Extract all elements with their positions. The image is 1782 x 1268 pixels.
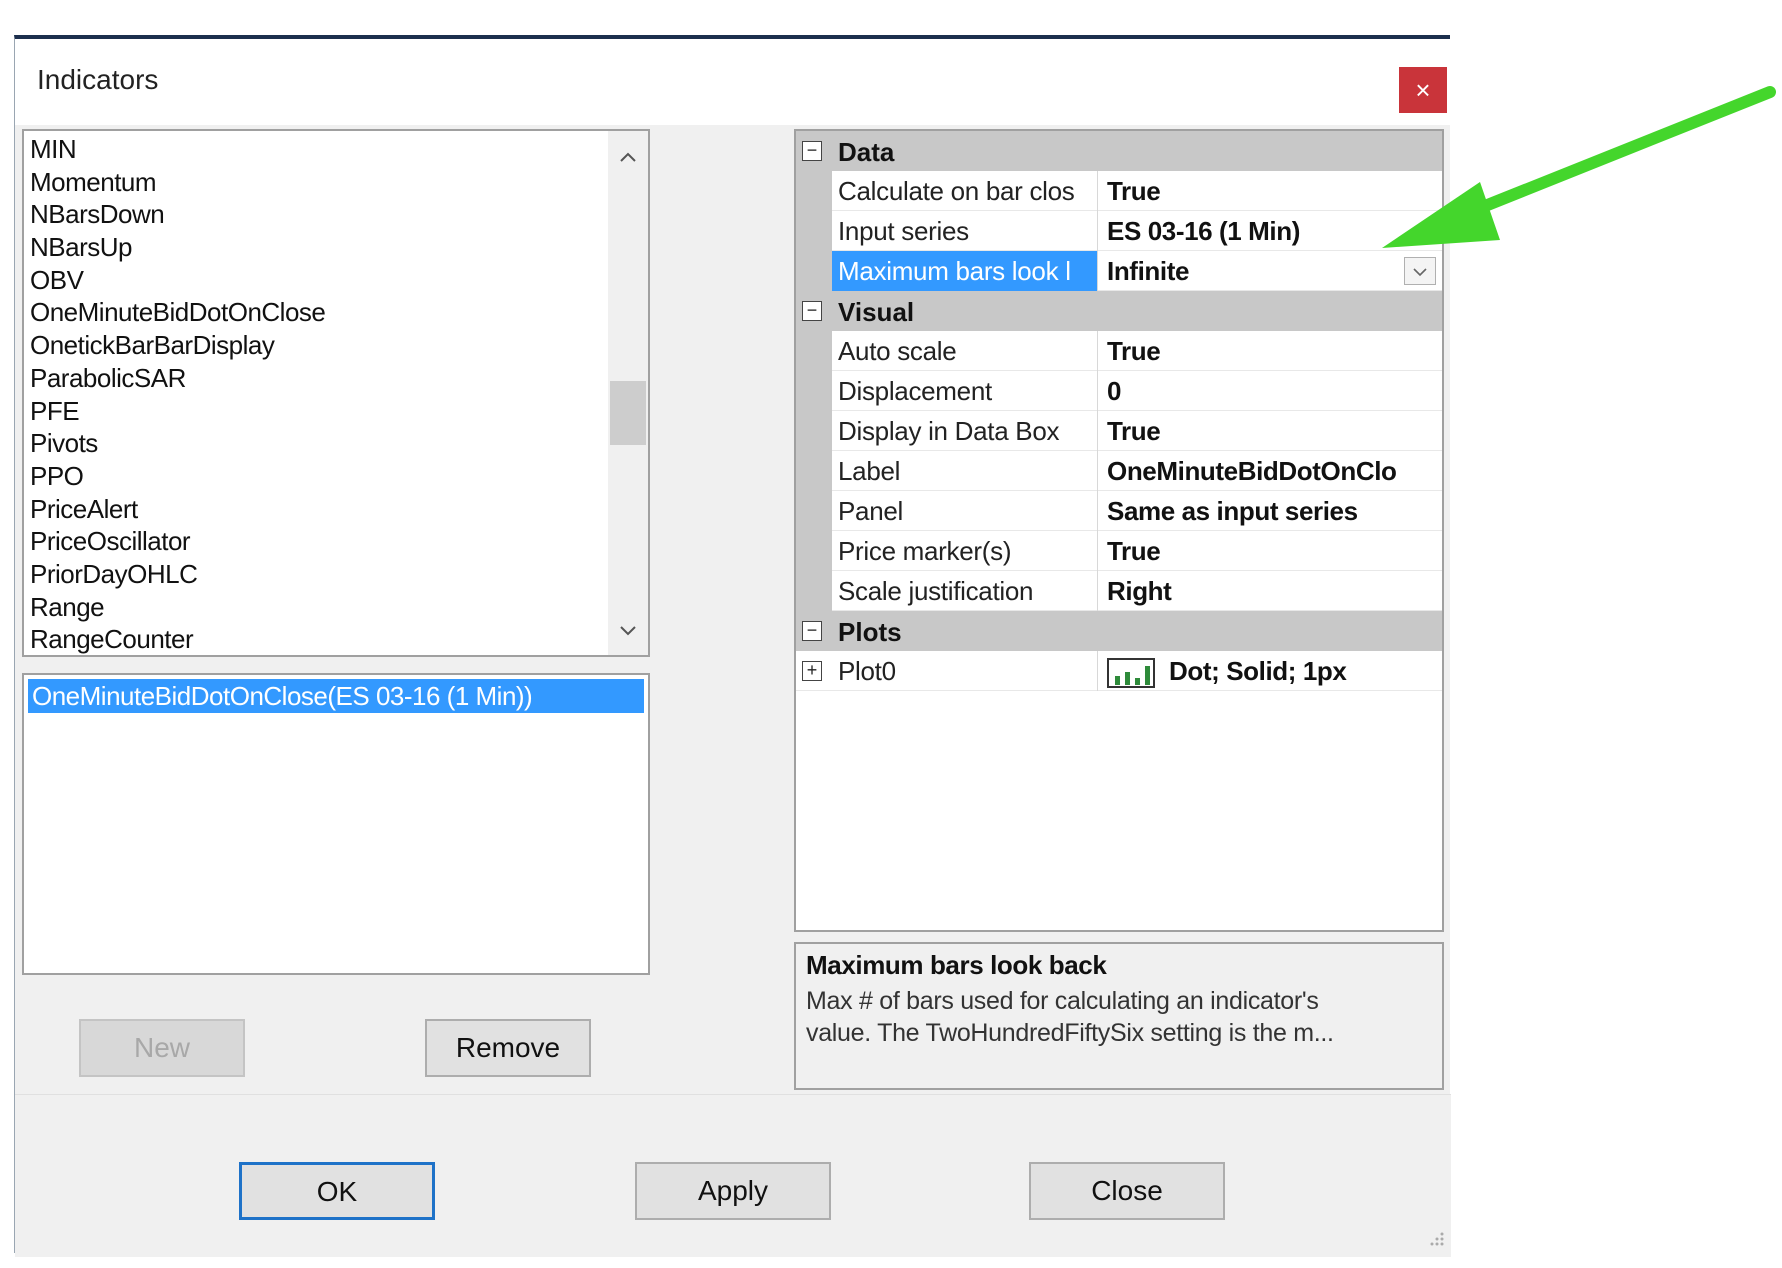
property-value[interactable]: True — [1099, 531, 1442, 571]
row-gutter — [796, 171, 832, 211]
property-name: Auto scale — [832, 331, 1098, 371]
collapse-icon[interactable]: − — [802, 301, 822, 321]
property-value[interactable]: Right — [1099, 571, 1442, 611]
category-label: Data — [838, 137, 895, 167]
property-name: Maximum bars look l — [832, 251, 1098, 291]
description-line: Max # of bars used for calculating an in… — [806, 987, 1319, 1015]
grip-icon — [1430, 1232, 1444, 1246]
dialog-footer: OK Apply Close — [15, 1094, 1451, 1257]
list-item[interactable]: NBarsDown — [30, 198, 325, 231]
resize-grip-icon[interactable] — [1427, 1230, 1445, 1251]
description-text: Max # of bars used for calculating an in… — [806, 985, 1432, 1049]
list-items: MIN Momentum NBarsDown NBarsUp OBV OneMi… — [30, 133, 326, 655]
page: Indicators × MIN Momentum NBarsDown NBar… — [0, 0, 1782, 1268]
scroll-thumb[interactable] — [610, 381, 646, 445]
category-plots[interactable]: − Plots — [796, 611, 1442, 651]
applied-indicators-list[interactable]: OneMinuteBidDotOnClose(ES 03-16 (1 Min)) — [22, 673, 650, 975]
list-item[interactable]: Momentum — [30, 166, 325, 199]
expand-icon[interactable]: + — [802, 661, 822, 681]
list-item[interactable]: ParabolicSAR — [30, 362, 325, 395]
scroll-down-icon[interactable] — [608, 605, 648, 655]
apply-button[interactable]: Apply — [635, 1162, 831, 1220]
property-value[interactable]: Same as input series — [1099, 491, 1442, 531]
new-button[interactable]: New — [79, 1019, 245, 1077]
dropdown-button[interactable] — [1404, 257, 1436, 285]
chevron-up-icon — [620, 152, 636, 162]
property-name: Label — [832, 451, 1098, 491]
property-row[interactable]: Label OneMinuteBidDotOnClo — [796, 451, 1442, 491]
property-name: Input series — [832, 211, 1098, 251]
property-name: Panel — [832, 491, 1098, 531]
property-row[interactable]: Displacement 0 — [796, 371, 1442, 411]
list-item[interactable]: PriceAlert — [30, 493, 325, 526]
category-label: Plots — [838, 617, 902, 647]
property-row[interactable]: Panel Same as input series — [796, 491, 1442, 531]
property-row[interactable]: Display in Data Box True — [796, 411, 1442, 451]
row-gutter — [796, 451, 832, 491]
list-item[interactable]: OnetickBarBarDisplay — [30, 329, 325, 362]
description-title: Maximum bars look back — [806, 950, 1107, 980]
property-value[interactable]: True — [1099, 331, 1442, 371]
property-name: Scale justification — [832, 571, 1098, 611]
remove-button[interactable]: Remove — [425, 1019, 591, 1077]
property-row[interactable]: Input series ES 03-16 (1 Min) — [796, 211, 1442, 251]
property-row[interactable]: + Plot0 Dot; Solid; 1px — [796, 651, 1442, 691]
row-gutter — [796, 371, 832, 411]
category-visual[interactable]: − Visual — [796, 291, 1442, 331]
available-indicators-list[interactable]: MIN Momentum NBarsDown NBarsUp OBV OneMi… — [22, 129, 650, 657]
property-name: Displacement — [832, 371, 1098, 411]
property-name: Display in Data Box — [832, 411, 1098, 451]
collapse-icon[interactable]: − — [802, 621, 822, 641]
annotation-arrow-icon — [1382, 86, 1776, 248]
scroll-up-icon[interactable] — [608, 131, 648, 181]
list-item[interactable]: OneMinuteBidDotOnClose — [30, 296, 326, 329]
list-item[interactable]: PriorDayOHLC — [30, 558, 325, 591]
property-name: Plot0 — [832, 651, 1098, 691]
property-name: Price marker(s) — [832, 531, 1098, 571]
row-gutter — [796, 251, 832, 291]
close-button[interactable]: Close — [1029, 1162, 1225, 1220]
list-item[interactable]: PriceOscillator — [30, 525, 325, 558]
property-grid[interactable]: − Data Calculate on bar clos True Input … — [794, 129, 1444, 932]
window-title: Indicators — [37, 64, 159, 95]
category-data[interactable]: − Data — [796, 131, 1442, 171]
title-bar: Indicators × — [15, 39, 1451, 125]
list-item[interactable]: PPO — [30, 460, 325, 493]
property-row-selected[interactable]: Maximum bars look l Infinite — [796, 251, 1442, 291]
list-item[interactable]: PFE — [30, 395, 325, 428]
property-row[interactable]: Price marker(s) True — [796, 531, 1442, 571]
description-line: value. The TwoHundredFiftySix setting is… — [806, 1019, 1334, 1047]
property-row[interactable]: Auto scale True — [796, 331, 1442, 371]
list-item[interactable]: NBarsUp — [30, 231, 325, 264]
property-description-panel: Maximum bars look back Max # of bars use… — [794, 942, 1444, 1090]
applied-indicator-item[interactable]: OneMinuteBidDotOnClose(ES 03-16 (1 Min)) — [28, 679, 644, 713]
list-item[interactable]: Range — [30, 591, 325, 624]
list-item[interactable]: Pivots — [30, 427, 325, 460]
row-gutter — [796, 211, 832, 251]
property-value-plot[interactable]: Dot; Solid; 1px — [1099, 651, 1442, 691]
property-value[interactable]: OneMinuteBidDotOnClo — [1099, 451, 1442, 491]
indicators-dialog: Indicators × MIN Momentum NBarsDown NBar… — [14, 35, 1451, 1257]
list-item[interactable]: OBV — [30, 264, 325, 297]
property-value[interactable]: 0 — [1099, 371, 1442, 411]
chevron-down-icon — [620, 626, 636, 636]
row-gutter — [796, 411, 832, 451]
chevron-down-icon — [1413, 268, 1427, 277]
row-gutter — [796, 531, 832, 571]
property-value[interactable]: True — [1099, 411, 1442, 451]
collapse-icon[interactable]: − — [802, 141, 822, 161]
list-item[interactable]: MIN — [30, 133, 325, 166]
list-scrollbar[interactable] — [608, 131, 648, 655]
row-gutter — [796, 571, 832, 611]
row-gutter — [796, 491, 832, 531]
list-item[interactable]: RangeCounter — [30, 623, 325, 655]
property-row[interactable]: Calculate on bar clos True — [796, 171, 1442, 211]
plot-style-text: Dot; Solid; 1px — [1169, 656, 1347, 686]
property-row[interactable]: Scale justification Right — [796, 571, 1442, 611]
property-name: Calculate on bar clos — [832, 171, 1098, 211]
row-gutter — [796, 331, 832, 371]
ok-button[interactable]: OK — [239, 1162, 435, 1220]
plot-style-icon — [1107, 658, 1155, 689]
category-label: Visual — [838, 297, 915, 327]
